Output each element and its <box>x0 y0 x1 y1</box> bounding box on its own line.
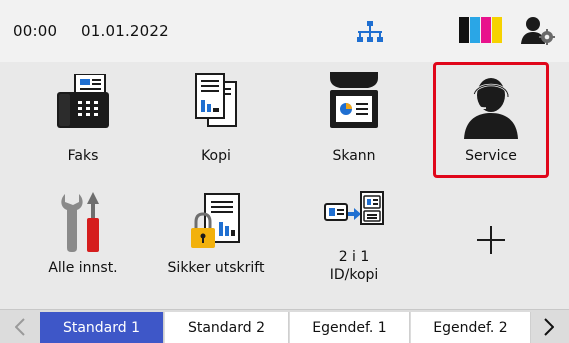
fax-tile[interactable]: Faks <box>25 62 141 178</box>
tile-label: Service <box>465 148 517 164</box>
ink-black <box>459 17 469 43</box>
plus-icon <box>477 226 505 254</box>
secure-print-icon <box>191 193 240 248</box>
secure-print-tile[interactable]: Sikker utskrift <box>158 186 274 302</box>
fax-icon <box>57 74 109 128</box>
service-tile[interactable]: Service <box>433 62 549 178</box>
ink-magenta <box>481 17 491 43</box>
chevron-right-icon <box>544 318 554 336</box>
id-copy-icon <box>324 191 384 225</box>
admin-settings-icon[interactable] <box>520 15 556 45</box>
scan-icon <box>330 72 378 128</box>
clock-time: 00:00 <box>13 22 58 40</box>
tile-label: Faks <box>67 148 99 164</box>
tile-label: Alle innst. <box>48 260 118 276</box>
chevron-left-icon <box>15 318 25 336</box>
printer-home-screen: 00:00 01.01.2022 Faks Kopi Skann Service… <box>0 0 569 343</box>
tab-custom-2[interactable]: Egendef. 2 <box>411 312 531 343</box>
ink-cyan <box>470 17 480 43</box>
tab-custom-1[interactable]: Egendef. 1 <box>290 312 410 343</box>
tab-standard-2[interactable]: Standard 2 <box>165 312 289 343</box>
tile-label: Sikker utskrift <box>167 260 265 276</box>
tile-label: Kopi <box>201 148 231 164</box>
copy-tile[interactable]: Kopi <box>158 62 274 178</box>
clock-date: 01.01.2022 <box>81 22 169 40</box>
all-settings-tile[interactable]: Alle innst. <box>25 186 141 302</box>
tile-label-line2: ID/kopi <box>329 267 379 283</box>
network-icon[interactable] <box>356 20 384 44</box>
headset-person-icon <box>464 78 518 139</box>
tile-label: Skann <box>332 148 376 164</box>
tab-standard-1[interactable]: Standard 1 <box>40 312 164 343</box>
add-shortcut-tile[interactable] <box>433 186 549 302</box>
scan-tile[interactable]: Skann <box>296 62 412 178</box>
copy-icon <box>195 73 237 127</box>
ink-level-icon[interactable] <box>459 17 502 43</box>
shortcut-tab-bar: Standard 1 Standard 2 Egendef. 1 Egendef… <box>0 309 569 343</box>
status-bar: 00:00 01.01.2022 <box>0 0 569 62</box>
scroll-right-button[interactable] <box>536 310 562 343</box>
id-copy-tile[interactable]: 2 i 1 ID/kopi <box>296 186 412 302</box>
scroll-left-button[interactable] <box>7 310 33 343</box>
tools-icon <box>61 192 99 252</box>
ink-yellow <box>492 17 502 43</box>
tile-label-line1: 2 i 1 <box>338 249 370 265</box>
